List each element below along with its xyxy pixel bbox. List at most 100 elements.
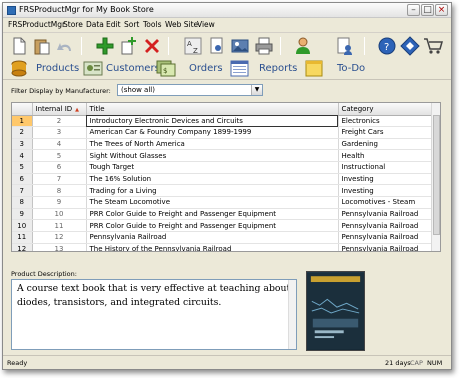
title-cell[interactable]: Introductory Electronic Devices and Circ… — [86, 115, 339, 128]
table-row[interactable]: 3 4 The Trees of North America Gardening — [12, 138, 433, 151]
delete-icon[interactable] — [142, 36, 162, 56]
nav-todo[interactable]: To-Do — [337, 63, 365, 74]
table-row[interactable]: 6 7 The 16% Solution Investing — [12, 173, 433, 186]
table-row[interactable]: 2 3 American Car & Foundry Company 1899-19… — [12, 126, 433, 139]
internal-id-cell[interactable]: 7 — [32, 173, 87, 186]
grid-vertical-scrollbar[interactable] — [431, 103, 440, 251]
customers-icon[interactable] — [83, 60, 103, 77]
internal-id-cell[interactable]: 5 — [32, 149, 87, 163]
internal-id-cell[interactable]: 12 — [32, 231, 87, 244]
orders-icon[interactable]: $ — [156, 60, 176, 77]
scrollbar-thumb[interactable] — [433, 115, 440, 235]
title-cell[interactable]: Tough Target — [86, 161, 339, 174]
title-cell[interactable]: Trading for a Living — [86, 184, 339, 197]
row-number-cell[interactable]: 12 — [12, 243, 33, 251]
nav-products[interactable]: Products — [36, 63, 79, 74]
category-cell[interactable]: Investing — [338, 184, 433, 197]
category-cell[interactable]: Pennsylvania Railroad — [338, 208, 433, 221]
help-icon[interactable]: ? — [377, 36, 397, 56]
menu-store[interactable]: Store — [63, 20, 83, 29]
title-cell[interactable]: The Trees of North America — [86, 138, 339, 151]
nav-customers[interactable]: Customers — [106, 63, 160, 74]
document-user-icon[interactable] — [335, 36, 355, 56]
table-row[interactable]: 10 11 PRR Color Guide to Freight and Passe… — [12, 219, 433, 232]
products-grid[interactable]: Internal ID ▲ Title Category 1 2 Introducto… — [11, 102, 441, 252]
category-cell[interactable]: Freight Cars — [338, 126, 433, 139]
cart-icon[interactable] — [423, 36, 443, 56]
table-row[interactable]: 8 9 The Steam Locomotive Locomotives - Stea… — [12, 196, 433, 209]
nav-reports[interactable]: Reports — [259, 63, 297, 74]
close-button[interactable]: × — [435, 4, 448, 16]
column-header-category[interactable]: Category — [338, 103, 433, 116]
title-cell[interactable]: Sight Without Glasses — [86, 149, 339, 163]
chevron-down-icon[interactable]: ▼ — [251, 85, 262, 95]
row-number-cell[interactable]: 10 — [12, 219, 33, 232]
table-row[interactable]: 11 12 Pennsylvania Railroad Pennsylvania Ra… — [12, 231, 433, 244]
row-number-cell[interactable]: 3 — [12, 138, 33, 151]
internal-id-cell[interactable]: 4 — [32, 138, 87, 151]
undo-icon[interactable] — [55, 36, 75, 56]
user-icon[interactable] — [294, 36, 314, 56]
reports-icon[interactable] — [230, 60, 250, 77]
category-cell[interactable]: Instructional — [338, 161, 433, 174]
row-number-cell[interactable]: 6 — [12, 173, 33, 186]
title-cell[interactable]: Pennsylvania Railroad — [86, 231, 339, 244]
menu-sort[interactable]: Sort — [124, 20, 139, 29]
manufacturer-filter-select[interactable]: (show all) ▼ — [117, 84, 263, 96]
column-header-internal-id[interactable]: Internal ID ▲ — [32, 103, 87, 116]
description-scrollbar[interactable] — [288, 280, 296, 349]
title-cell[interactable]: PRR Color Guide to Freight and Passenger… — [86, 219, 339, 232]
table-row[interactable]: 12 13 The History of the Pennsylvania Rail… — [12, 243, 433, 251]
internal-id-cell[interactable]: 3 — [32, 126, 87, 139]
todo-icon[interactable] — [304, 60, 324, 77]
products-icon[interactable] — [9, 60, 29, 77]
category-cell[interactable]: Pennsylvania Railroad — [338, 243, 433, 251]
title-cell[interactable]: The History of the Pennsylvania Railroad — [86, 243, 339, 251]
internal-id-cell[interactable]: 2 — [32, 115, 87, 128]
menu-view[interactable]: View — [197, 20, 215, 29]
internal-id-cell[interactable]: 8 — [32, 184, 87, 197]
maximize-button[interactable]: □ — [421, 4, 434, 16]
add-icon[interactable] — [95, 36, 115, 56]
internal-id-cell[interactable]: 9 — [32, 196, 87, 209]
category-cell[interactable]: Pennsylvania Railroad — [338, 219, 433, 232]
category-cell[interactable]: Health — [338, 149, 433, 163]
title-cell[interactable]: The 16% Solution — [86, 173, 339, 186]
row-number-cell[interactable]: 1 — [12, 115, 33, 128]
duplicate-icon[interactable] — [119, 36, 139, 56]
sort-az-icon[interactable]: AZ — [183, 36, 203, 56]
table-row[interactable]: 4 5 Sight Without Glasses Health — [12, 149, 433, 163]
menu-data[interactable]: Data — [86, 20, 104, 29]
title-cell[interactable]: American Car & Foundry Company 1899-1999 — [86, 126, 339, 139]
new-page-icon[interactable] — [9, 36, 29, 56]
menu-web-site[interactable]: Web Site — [165, 20, 198, 29]
table-row[interactable]: 7 8 Trading for a Living Investing — [12, 184, 433, 197]
category-cell[interactable]: Pennsylvania Railroad — [338, 231, 433, 244]
category-cell[interactable]: Gardening — [338, 138, 433, 151]
row-number-cell[interactable]: 2 — [12, 126, 33, 139]
table-row[interactable]: 5 6 Tough Target Instructional — [12, 161, 433, 174]
menu-frsproductmgr[interactable]: FRSProductMgr — [8, 20, 65, 29]
column-header-title[interactable]: Title — [86, 103, 339, 116]
row-number-cell[interactable]: 4 — [12, 149, 33, 163]
internal-id-cell[interactable]: 6 — [32, 161, 87, 174]
print-icon[interactable] — [254, 36, 274, 56]
internal-id-cell[interactable]: 13 — [32, 243, 87, 251]
row-number-cell[interactable]: 9 — [12, 208, 33, 221]
category-cell[interactable]: Electronics — [338, 115, 433, 128]
title-cell[interactable]: The Steam Locomotive — [86, 196, 339, 209]
row-number-cell[interactable]: 11 — [12, 231, 33, 244]
category-cell[interactable]: Investing — [338, 173, 433, 186]
diamond-icon[interactable] — [400, 36, 420, 56]
menu-tools[interactable]: Tools — [143, 20, 161, 29]
nav-orders[interactable]: Orders — [189, 63, 223, 74]
row-number-cell[interactable]: 7 — [12, 184, 33, 197]
paste-icon[interactable] — [32, 36, 52, 56]
table-row[interactable]: 9 10 PRR Color Guide to Freight and Passen… — [12, 208, 433, 221]
internal-id-cell[interactable]: 10 — [32, 208, 87, 221]
image-icon[interactable] — [230, 36, 250, 56]
product-description-textarea[interactable]: A course text book that is very effectiv… — [11, 279, 297, 350]
menu-edit[interactable]: Edit — [106, 20, 121, 29]
internal-id-cell[interactable]: 11 — [32, 219, 87, 232]
title-cell[interactable]: PRR Color Guide to Freight and Passenger… — [86, 208, 339, 221]
